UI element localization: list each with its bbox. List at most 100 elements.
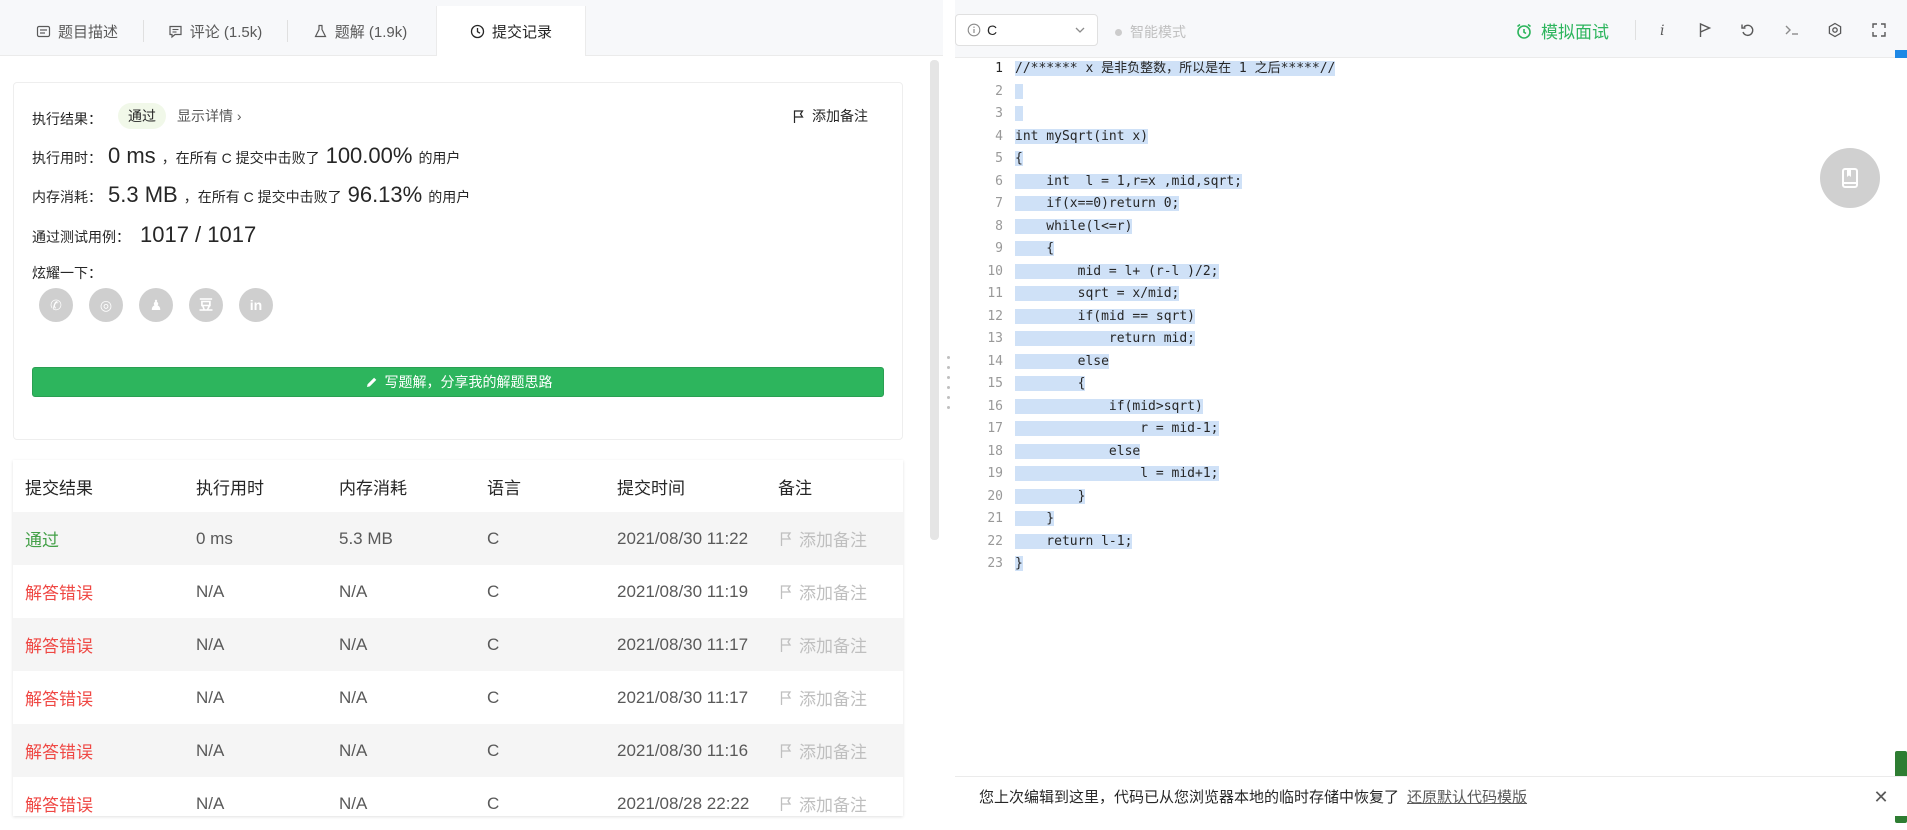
submission-result[interactable]: 解答错误: [25, 724, 93, 777]
memory-label: 内存消耗：: [32, 189, 102, 205]
code-line-text: sqrt = x/mid;: [1015, 286, 1180, 301]
code-line[interactable]: else: [1015, 351, 1109, 374]
table-row[interactable]: 解答错误 N/A N/A C 2021/08/30 11:16 添加备注: [13, 724, 903, 777]
submission-time: 2021/08/28 22:22: [617, 793, 750, 813]
code-line[interactable]: return l-1;: [1015, 531, 1133, 554]
row-add-note-label: 添加备注: [799, 690, 867, 709]
code-line[interactable]: mid = l+ (r-l )/2;: [1015, 261, 1219, 284]
code-line[interactable]: if(mid == sqrt): [1015, 306, 1196, 329]
table-row[interactable]: 通过 0 ms 5.3 MB C 2021/08/30 11:22 添加备注: [13, 512, 903, 565]
code-line[interactable]: {: [1015, 373, 1086, 396]
runtime-percentile: 100.00%: [325, 143, 413, 168]
code-line[interactable]: [1015, 103, 1023, 126]
status-label: 执行结果：: [32, 111, 102, 127]
panel-resize-handle[interactable]: [943, 0, 955, 816]
restore-notice-text: 您上次编辑到这里，代码已从您浏览器本地的临时存储中恢复了: [979, 789, 1400, 806]
code-line[interactable]: int l = 1,r=x ,mid,sqrt;: [1015, 171, 1242, 194]
reset-icon[interactable]: [1738, 20, 1758, 40]
tab-comments[interactable]: 评论 (1.5k): [160, 6, 270, 56]
table-row[interactable]: 解答错误 N/A N/A C 2021/08/28 22:22 添加备注: [13, 777, 903, 830]
row-add-note-button[interactable]: 添加备注: [778, 777, 867, 830]
editor-toolbar: C 智能模式 模拟面试 i: [955, 0, 1907, 58]
line-number: 1: [995, 61, 1003, 76]
line-number: 19: [987, 466, 1003, 481]
code-line[interactable]: {: [1015, 238, 1055, 261]
line-number: 15: [987, 376, 1003, 391]
code-line[interactable]: else: [1015, 441, 1141, 464]
code-line[interactable]: if(mid>sqrt): [1015, 396, 1203, 419]
table-row[interactable]: 解答错误 N/A N/A C 2021/08/30 11:17 添加备注: [13, 671, 903, 724]
flag-icon[interactable]: [1695, 20, 1715, 40]
console-icon[interactable]: [1782, 20, 1802, 40]
linkedin-icon[interactable]: in: [239, 288, 273, 322]
code-line[interactable]: }: [1015, 486, 1086, 509]
add-note-button[interactable]: 添加备注: [791, 106, 868, 126]
write-solution-button[interactable]: 写题解，分享我的解题思路: [32, 367, 884, 397]
code-line[interactable]: r = mid-1;: [1015, 418, 1219, 441]
language-select[interactable]: C: [955, 14, 1098, 46]
submission-result[interactable]: 通过: [25, 512, 59, 565]
line-number: 14: [987, 353, 1003, 369]
douban-icon[interactable]: 豆: [189, 288, 223, 322]
restore-default-template-link[interactable]: 还原默认代码模版: [1407, 786, 1527, 807]
row-add-note-button[interactable]: 添加备注: [778, 618, 867, 671]
submission-time: 2021/08/30 11:19: [617, 581, 749, 601]
bookmark-button[interactable]: [1820, 148, 1880, 208]
grip-dot: [947, 356, 950, 359]
left-scrollbar[interactable]: [930, 60, 939, 540]
wechat-icon[interactable]: ✆: [39, 288, 73, 322]
code-line[interactable]: sqrt = x/mid;: [1015, 283, 1180, 306]
code-line[interactable]: return mid;: [1015, 328, 1196, 351]
code-line[interactable]: {: [1015, 148, 1023, 171]
tab-bar: 题目描述 评论 (1.5k) 题解 (1.9k) 提交记录: [0, 0, 943, 56]
fullscreen-icon[interactable]: [1869, 20, 1889, 40]
code-line-text: }: [1015, 511, 1055, 526]
code-line-text: if(x==0)return 0;: [1015, 196, 1180, 211]
code-line[interactable]: }: [1015, 553, 1023, 576]
bookmark-icon: [1842, 168, 1858, 188]
info-icon[interactable]: i: [1652, 20, 1672, 40]
memory-percentile: 96.13%: [347, 182, 423, 207]
code-line[interactable]: l = mid+1;: [1015, 463, 1219, 486]
tab-solutions[interactable]: 题解 (1.9k): [305, 6, 415, 56]
weibo-icon[interactable]: ◎: [89, 288, 123, 322]
memory-tail: 的用户: [428, 189, 471, 205]
tab-description[interactable]: 题目描述: [22, 6, 132, 56]
submission-result[interactable]: 解答错误: [25, 777, 93, 830]
qq-icon[interactable]: ♟: [139, 288, 173, 322]
code-line-text: mid = l+ (r-l )/2;: [1015, 263, 1219, 279]
code-line-text: if(mid == sqrt): [1015, 308, 1196, 324]
code-line[interactable]: while(l<=r): [1015, 216, 1133, 239]
tab-description-label: 题目描述: [57, 23, 118, 41]
code-line[interactable]: [1015, 81, 1023, 104]
row-add-note-button[interactable]: 添加备注: [778, 512, 867, 565]
code-line[interactable]: //****** x 是非负整数，所以是在 1 之后*****//: [1015, 58, 1336, 81]
row-add-note-label: 添加备注: [799, 584, 867, 603]
show-details-link[interactable]: 显示详情 ›: [177, 106, 242, 126]
submission-time: 2021/08/30 11:16: [617, 740, 749, 760]
table-row[interactable]: 解答错误 N/A N/A C 2021/08/30 11:19 添加备注: [13, 565, 903, 618]
code-line[interactable]: int mySqrt(int x): [1015, 126, 1149, 149]
smart-mode-toggle[interactable]: 智能模式: [1115, 22, 1186, 42]
submission-runtime: 0 ms: [196, 528, 233, 548]
submission-language: C: [487, 528, 500, 548]
grip-dot: [947, 396, 950, 399]
table-row[interactable]: 解答错误 N/A N/A C 2021/08/30 11:17 添加备注: [13, 618, 903, 671]
submission-result[interactable]: 解答错误: [25, 565, 93, 618]
close-icon[interactable]: ✕: [1873, 787, 1889, 807]
submission-result[interactable]: 解答错误: [25, 618, 93, 671]
code-line[interactable]: }: [1015, 508, 1055, 531]
submission-language: C: [487, 581, 500, 601]
row-add-note-button[interactable]: 添加备注: [778, 671, 867, 724]
code-line[interactable]: if(x==0)return 0;: [1015, 193, 1180, 216]
row-add-note-button[interactable]: 添加备注: [778, 565, 867, 618]
row-add-note-button[interactable]: 添加备注: [778, 724, 867, 777]
tab-submissions[interactable]: 提交记录: [436, 6, 586, 56]
submission-result[interactable]: 解答错误: [25, 671, 93, 724]
mock-interview-button[interactable]: 模拟面试: [1515, 18, 1609, 43]
code-editor[interactable]: 1//****** x 是非负整数，所以是在 1 之后*****//2 3 4i…: [955, 58, 1907, 823]
settings-icon[interactable]: [1825, 20, 1845, 40]
line-number: 16: [987, 398, 1003, 414]
code-line-text: r = mid-1;: [1015, 421, 1219, 436]
code-line-text: int l = 1,r=x ,mid,sqrt;: [1015, 173, 1242, 189]
